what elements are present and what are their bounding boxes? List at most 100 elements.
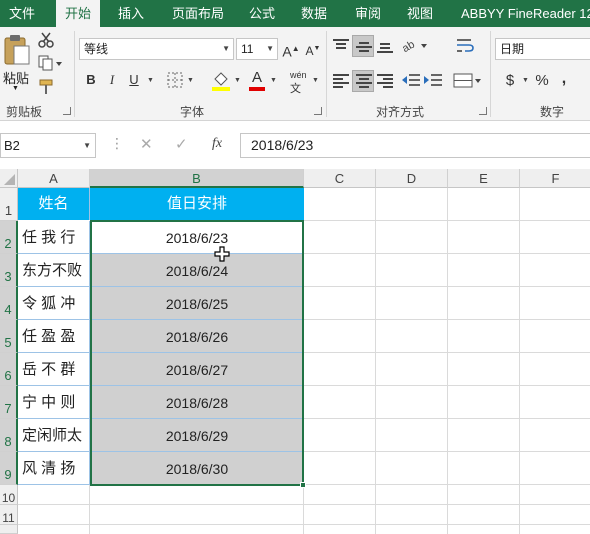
column-header-f[interactable]: F — [520, 169, 590, 188]
row-header-3[interactable]: 3 — [0, 254, 18, 287]
comma-button[interactable]: , — [553, 68, 575, 90]
decrease-indent-button[interactable] — [401, 73, 421, 89]
bottom-align-button[interactable] — [377, 39, 395, 53]
fill-color-dropdown-icon[interactable]: ▼ — [234, 77, 241, 84]
orientation-button[interactable]: ab — [400, 36, 428, 56]
cell-a1[interactable]: 姓名 — [18, 188, 90, 220]
row-header-8[interactable]: 8 — [0, 419, 18, 452]
row-header-4[interactable]: 4 — [0, 287, 18, 320]
font-name-select[interactable]: 等线 ▼ — [79, 38, 234, 60]
drag-handle-icon[interactable]: ⋮ — [110, 135, 124, 152]
center-align-button[interactable] — [352, 70, 374, 92]
name-box[interactable]: B2 ▼ — [0, 133, 96, 158]
paintbrush-icon — [39, 79, 53, 94]
currency-dropdown-icon[interactable]: ▼ — [522, 77, 529, 84]
font-dialog-launcher-icon[interactable] — [314, 107, 322, 115]
borders-button[interactable] — [166, 71, 184, 89]
fill-color-button[interactable] — [210, 69, 232, 91]
font-color-dropdown-icon[interactable]: ▼ — [270, 77, 277, 84]
tab-formulas[interactable]: 公式 — [240, 0, 284, 27]
row-header-11[interactable]: 11 — [0, 505, 18, 525]
top-align-button[interactable] — [333, 39, 351, 53]
underline-button[interactable]: U — [123, 69, 145, 91]
cell-a4[interactable]: 令 狐 冲 — [18, 287, 90, 320]
italic-button[interactable]: I — [101, 69, 123, 91]
row-header-12[interactable] — [0, 525, 18, 534]
percent-button[interactable]: % — [531, 70, 553, 92]
cell-b5[interactable]: 2018/6/26 — [90, 320, 304, 353]
cell-b6[interactable]: 2018/6/27 — [90, 353, 304, 386]
gridline — [375, 188, 376, 534]
row-header-7[interactable]: 7 — [0, 386, 18, 419]
align-right-icon — [377, 74, 393, 88]
cell-b2[interactable]: 2018/6/23 — [90, 221, 304, 254]
right-align-button[interactable] — [377, 74, 395, 88]
number-group-label: 数字 — [540, 105, 565, 119]
underline-dropdown-icon[interactable]: ▼ — [147, 77, 154, 84]
select-all-button[interactable] — [0, 169, 18, 188]
column-header-c[interactable]: C — [304, 169, 376, 188]
enter-icon[interactable]: ✓ — [175, 135, 188, 153]
row-header-9[interactable]: 9 — [0, 452, 18, 485]
cut-button[interactable] — [37, 31, 55, 49]
tab-page-layout[interactable]: 页面布局 — [163, 0, 233, 27]
row-header-5[interactable]: 5 — [0, 320, 18, 353]
column-header-e[interactable]: E — [448, 169, 520, 188]
currency-button[interactable]: $ — [499, 70, 521, 92]
tab-data[interactable]: 数据 — [292, 0, 336, 27]
cancel-icon[interactable]: ✕ — [140, 135, 153, 153]
cell-b9[interactable]: 2018/6/30 — [90, 452, 304, 485]
cell-b8[interactable]: 2018/6/29 — [90, 419, 304, 452]
format-painter-button[interactable] — [37, 78, 55, 96]
paste-button[interactable] — [2, 33, 32, 67]
cell-b4[interactable]: 2018/6/25 — [90, 287, 304, 320]
paste-dropdown-icon[interactable]: ▼ — [12, 85, 19, 92]
cell-a7[interactable]: 宁 中 则 — [18, 386, 90, 419]
cell-a8[interactable]: 定闲师太 — [18, 419, 90, 452]
increase-indent-button[interactable] — [423, 73, 443, 89]
number-format-select[interactable]: 日期 — [495, 38, 590, 60]
formula-input[interactable]: 2018/6/23 — [240, 133, 590, 158]
left-align-button[interactable] — [333, 74, 351, 88]
fill-handle[interactable] — [300, 482, 306, 488]
clipboard-dialog-launcher-icon[interactable] — [63, 107, 71, 115]
row-header-6[interactable]: 6 — [0, 353, 18, 386]
cell-a9[interactable]: 风 清 扬 — [18, 452, 90, 485]
cell-b1[interactable]: 值日安排 — [90, 188, 304, 220]
cell-b7[interactable]: 2018/6/28 — [90, 386, 304, 419]
merge-center-button[interactable] — [453, 72, 483, 90]
tab-insert[interactable]: 插入 — [109, 0, 153, 27]
grow-font-button[interactable]: A▲ — [280, 38, 302, 60]
tab-home[interactable]: 开始 — [56, 0, 101, 27]
middle-align-button[interactable] — [352, 35, 374, 57]
bold-button[interactable]: B — [80, 69, 102, 91]
borders-dropdown-icon[interactable]: ▼ — [187, 77, 194, 84]
row-header-1[interactable]: 1 — [0, 188, 18, 221]
cell-b3[interactable]: 2018/6/24 — [90, 254, 304, 287]
column-header-d[interactable]: D — [376, 169, 448, 188]
cell-a5[interactable]: 任 盈 盈 — [18, 320, 90, 353]
column-header-a[interactable]: A — [18, 169, 90, 188]
copy-button[interactable] — [37, 54, 63, 72]
tab-abbyy[interactable]: ABBYY FineReader 12 — [452, 0, 590, 27]
phonetic-dropdown-icon[interactable]: ▼ — [312, 77, 319, 84]
tab-review[interactable]: 审阅 — [346, 0, 390, 27]
cell-a6[interactable]: 岳 不 群 — [18, 353, 90, 386]
tab-file[interactable]: 文件 — [0, 0, 44, 27]
phonetic-guide-button[interactable]: wén 文 — [290, 70, 307, 96]
row-header-2[interactable]: 2 — [0, 221, 18, 254]
wrap-text-button[interactable] — [455, 37, 475, 55]
tab-view[interactable]: 视图 — [398, 0, 442, 27]
font-size-select[interactable]: 11 ▼ — [236, 38, 278, 60]
row-header-10[interactable]: 10 — [0, 485, 18, 505]
column-header-b[interactable]: B — [90, 169, 304, 188]
shrink-font-letter: A — [305, 44, 314, 58]
cursor-cross-icon — [214, 246, 230, 262]
cell-a2[interactable]: 任 我 行 — [18, 221, 90, 254]
font-color-button[interactable]: A — [247, 69, 267, 91]
alignment-dialog-launcher-icon[interactable] — [479, 107, 487, 115]
shrink-font-button[interactable]: A▼ — [302, 38, 324, 60]
insert-function-icon[interactable]: fx — [212, 136, 222, 152]
cell-a3[interactable]: 东方不败 — [18, 254, 90, 287]
select-all-triangle-icon — [4, 174, 15, 185]
